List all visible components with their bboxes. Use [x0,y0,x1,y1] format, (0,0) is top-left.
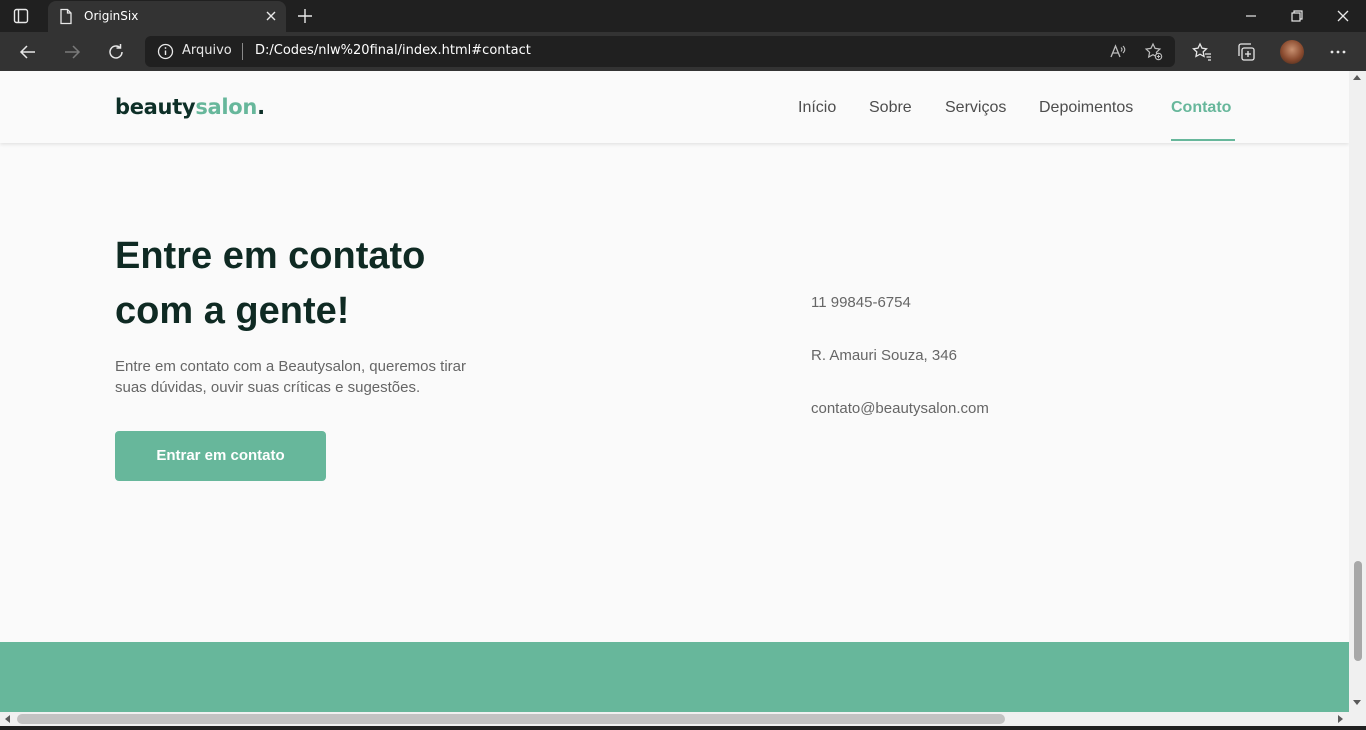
page-icon [58,8,74,25]
nav-item-inicio[interactable]: Início [798,99,836,117]
vertical-scrollbar[interactable] [1349,71,1366,712]
info-icon[interactable] [157,43,174,60]
add-favorite-icon[interactable] [1144,42,1163,61]
address-label: Arquivo [182,43,232,58]
refresh-icon[interactable] [105,41,127,63]
scroll-up-icon[interactable] [1353,75,1361,80]
scroll-right-icon[interactable] [1338,715,1343,723]
page-viewport: beautysalon. Início Sobre Serviços Depoi… [0,71,1349,712]
footer-band [0,642,1349,712]
logo-part-salon: salon [195,95,258,119]
scrollbar-corner [1349,712,1366,726]
browser-tab-bar: OriginSix [0,0,1366,32]
browser-tab[interactable]: OriginSix [48,1,286,32]
forward-icon[interactable] [61,41,83,63]
plus-icon[interactable] [296,7,314,25]
contact-button[interactable]: Entrar em contato [115,431,326,481]
logo-part-dot: . [257,95,265,119]
contact-email[interactable]: contato@beautysalon.com [811,400,989,417]
contact-text-line2: suas dúvidas, ouvir suas críticas e suge… [115,379,421,396]
vertical-scroll-thumb[interactable] [1354,561,1362,661]
horizontal-scrollbar[interactable] [0,712,1349,726]
nav-item-servicos[interactable]: Serviços [945,99,1006,117]
site-header: beautysalon. Início Sobre Serviços Depoi… [0,71,1349,143]
browser-toolbar: Arquivo D:/Codes/nlw%20final/index.html#… [0,32,1366,71]
site-logo[interactable]: beautysalon. [115,95,265,119]
nav-active-indicator [1171,139,1235,141]
window-bottom-edge [0,726,1366,730]
favorites-icon[interactable] [1191,41,1213,63]
address-url[interactable]: D:/Codes/nlw%20final/index.html#contact [255,43,531,58]
contact-text-line1: Entre em contato com a Beautysalon, quer… [115,358,467,375]
contact-heading-line1: Entre em contato [115,235,426,277]
address-bar[interactable]: Arquivo D:/Codes/nlw%20final/index.html#… [145,36,1175,67]
tab-actions-icon[interactable] [12,7,30,25]
logo-part-beauty: beauty [115,95,196,119]
address-divider [242,43,243,60]
scroll-left-icon[interactable] [5,715,10,723]
tab-title: OriginSix [84,9,139,23]
profile-avatar[interactable] [1280,40,1304,64]
minimize-icon[interactable] [1242,7,1260,25]
contact-phone: 11 99845-6754 [811,294,911,311]
restore-icon[interactable] [1288,7,1306,25]
contact-address: R. Amauri Souza, 346 [811,347,957,364]
scroll-down-icon[interactable] [1353,700,1361,705]
nav-item-contato[interactable]: Contato [1171,99,1231,117]
close-window-icon[interactable] [1334,7,1352,25]
nav-item-depoimentos[interactable]: Depoimentos [1039,99,1133,117]
horizontal-scroll-thumb[interactable] [17,714,1005,724]
contact-heading-line2: com a gente! [115,290,350,332]
back-icon[interactable] [17,41,39,63]
read-aloud-icon[interactable] [1108,42,1127,61]
close-icon[interactable] [264,9,278,23]
more-icon[interactable] [1327,41,1349,63]
nav-item-sobre[interactable]: Sobre [869,99,912,117]
collections-icon[interactable] [1235,41,1257,63]
